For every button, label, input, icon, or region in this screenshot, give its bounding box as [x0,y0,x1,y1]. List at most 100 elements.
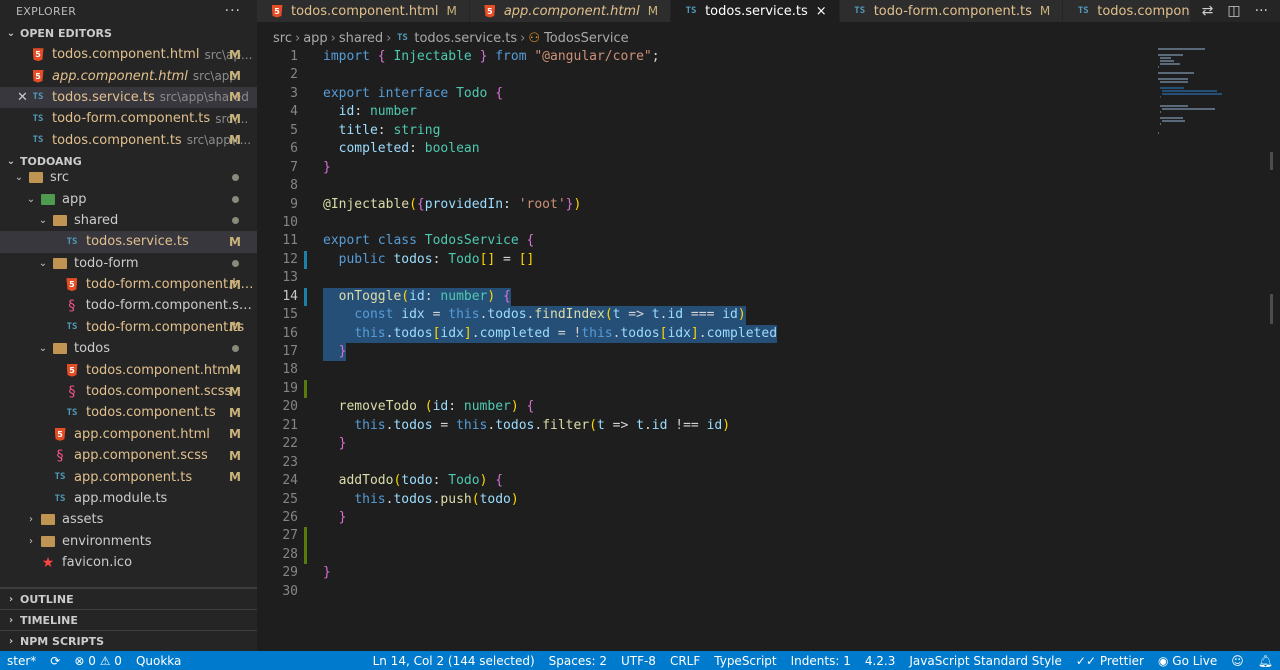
timeline-section[interactable]: › TIMELINE [0,609,257,630]
modified-badge: M [229,363,241,378]
tree-item[interactable]: ★ favicon.ico [0,552,257,573]
breadcrumb-item[interactable]: app [303,31,327,46]
tab-todos-component-html[interactable]: 5 todos.component.html M [257,0,470,22]
added-gutter-mark [304,527,307,546]
outline-section[interactable]: › OUTLINE [0,588,257,609]
typescript-file-icon: TS [396,33,408,43]
tree-item-name: app.component.ts [74,469,193,485]
tab-todos-service-ts[interactable]: TS todos.service.ts × [671,0,840,22]
tree-item[interactable]: 5 todos.component.html M [0,359,257,380]
ellipsis-icon[interactable]: ··· [225,3,241,19]
line-number: 24 [282,473,298,489]
minimap-line [1158,54,1184,56]
indents-status[interactable]: Indents: 1 [784,651,858,670]
tree-item-name: todos.component.scss [86,384,232,400]
npm-scripts-section[interactable]: › NPM SCRIPTS [0,630,257,651]
close-icon[interactable]: ✕ [17,90,28,105]
modified-gutter-mark [304,250,307,270]
open-editors-section[interactable]: ⌄ OPEN EDITORS [0,22,257,44]
quokka-status[interactable]: Quokka [129,651,188,670]
open-editor-item[interactable]: TS todos.component.ts src\app\t... M [0,130,257,151]
tree-item[interactable]: › assets [0,509,257,530]
open-editor-item[interactable]: 5 todos.component.html src\ap... M [0,44,257,65]
code-text: import { Injectable } from "@angular/cor… [323,49,660,64]
line-number: 28 [282,546,298,562]
typescript-file-icon: TS [54,472,66,483]
open-editor-item[interactable]: 5 app.component.html src\app M [0,65,257,86]
feedback-icon[interactable]: ☺ [1224,651,1251,670]
vertical-scrollbar[interactable] [1268,48,1280,608]
scss-file-icon: § [56,447,64,464]
close-icon[interactable]: × [816,4,827,19]
tree-item[interactable]: ⌄ app [0,188,257,209]
linter-status[interactable]: JavaScript Standard Style [902,651,1069,670]
prettier-status[interactable]: ✓✓ Prettier [1069,651,1151,670]
tree-item[interactable]: › environments [0,531,257,552]
tree-item[interactable]: ⌄ shared [0,210,257,231]
tree-item-name: shared [74,212,119,228]
error-count: 0 [88,653,96,668]
tree-item-name: todos [74,341,111,357]
language-mode[interactable]: TypeScript [707,651,783,670]
tab-app-component-html[interactable]: 5 app.component.html M [469,0,672,22]
chevron-down-icon: ⌄ [26,193,36,205]
breadcrumb-item[interactable]: src [273,31,292,46]
compare-changes-icon[interactable]: ⇄ [1202,3,1214,19]
branch-status[interactable]: ster* [0,651,43,670]
editor-tabs: 5 todos.component.html M 5 app.component.htm… [257,0,1280,22]
modified-badge: M [229,111,241,126]
chevron-right-icon: › [294,30,301,46]
line-number: 8 [290,178,298,194]
code-editor[interactable]: 1 import { Injectable } from "@angular/co… [257,48,1150,608]
line-number: 22 [282,436,298,452]
tree-item[interactable]: § todos.component.scss M [0,381,257,402]
eol-status[interactable]: CRLF [663,651,707,670]
minimap-line [1158,48,1206,50]
tree-item[interactable]: § app.component.scss M [0,445,257,466]
tree-item-name: todo-form.component.scss [85,298,257,314]
line-number: 18 [282,362,298,378]
problems-status[interactable]: ⊗ 0 ⚠ 0 [67,651,129,670]
line-number: 1 [290,49,298,64]
more-actions-icon[interactable]: ··· [1255,3,1268,19]
tree-item[interactable]: 5 app.component.html M [0,424,257,445]
breadcrumb-item[interactable]: todos.service.ts [414,31,517,46]
code-text: this.todos.push(todo) [354,491,519,507]
line-number: 17 [282,344,298,359]
open-editor-item[interactable]: ✕ TS todos.service.ts src\app\shared M [0,86,257,109]
minimap[interactable] [1150,48,1265,168]
bell-icon[interactable]: 🔔︎ [1251,651,1280,670]
open-editor-item[interactable]: TS todo-form.component.ts src\... M [0,108,257,129]
npm-scripts-title: NPM SCRIPTS [20,634,105,648]
line-number: 15 [282,307,298,323]
tab-todo-form-component-ts[interactable]: TS todo-form.component.ts M [839,0,1064,22]
cursor-position[interactable]: Ln 14, Col 2 (144 selected) [366,651,542,670]
encoding-status[interactable]: UTF-8 [614,651,663,670]
sync-icon[interactable]: ⟳ [43,651,67,670]
tree-item[interactable]: § todo-form.component.scss [0,295,257,316]
tree-item[interactable]: ⌄ todos [0,338,257,359]
scss-file-icon: § [68,383,76,400]
modified-badge: M [229,69,241,84]
breadcrumb-item[interactable]: TodosService [544,31,629,46]
chevron-right-icon: › [8,635,14,647]
code-text: } [323,565,331,581]
tree-item[interactable]: TS todo-form.component.ts M [0,317,257,338]
tree-item[interactable]: TS todos.service.ts M [0,231,257,253]
modified-badge: M [229,448,241,463]
code-line: 22 } [257,435,1150,453]
open-editor-name: todos.service.ts [52,89,155,105]
indentation-status[interactable]: Spaces: 2 [542,651,614,670]
go-live-button[interactable]: ◉ Go Live [1151,651,1224,670]
tree-item[interactable]: ⌄ src [0,167,257,188]
editor-actions: ⇄ ◫ ··· [1189,0,1280,22]
split-editor-icon[interactable]: ◫ [1227,3,1240,19]
tree-item[interactable]: 5 todo-form.component.ht... M [0,274,257,295]
tree-item[interactable]: TS todos.component.ts M [0,402,257,423]
code-line: 29} [257,564,1150,582]
ts-version[interactable]: 4.2.3 [858,651,903,670]
tree-item[interactable]: ⌄ todo-form [0,253,257,274]
breadcrumb-item[interactable]: shared [339,31,383,46]
tree-item[interactable]: TS app.component.ts M [0,466,257,487]
tree-item[interactable]: TS app.module.ts [0,488,257,509]
